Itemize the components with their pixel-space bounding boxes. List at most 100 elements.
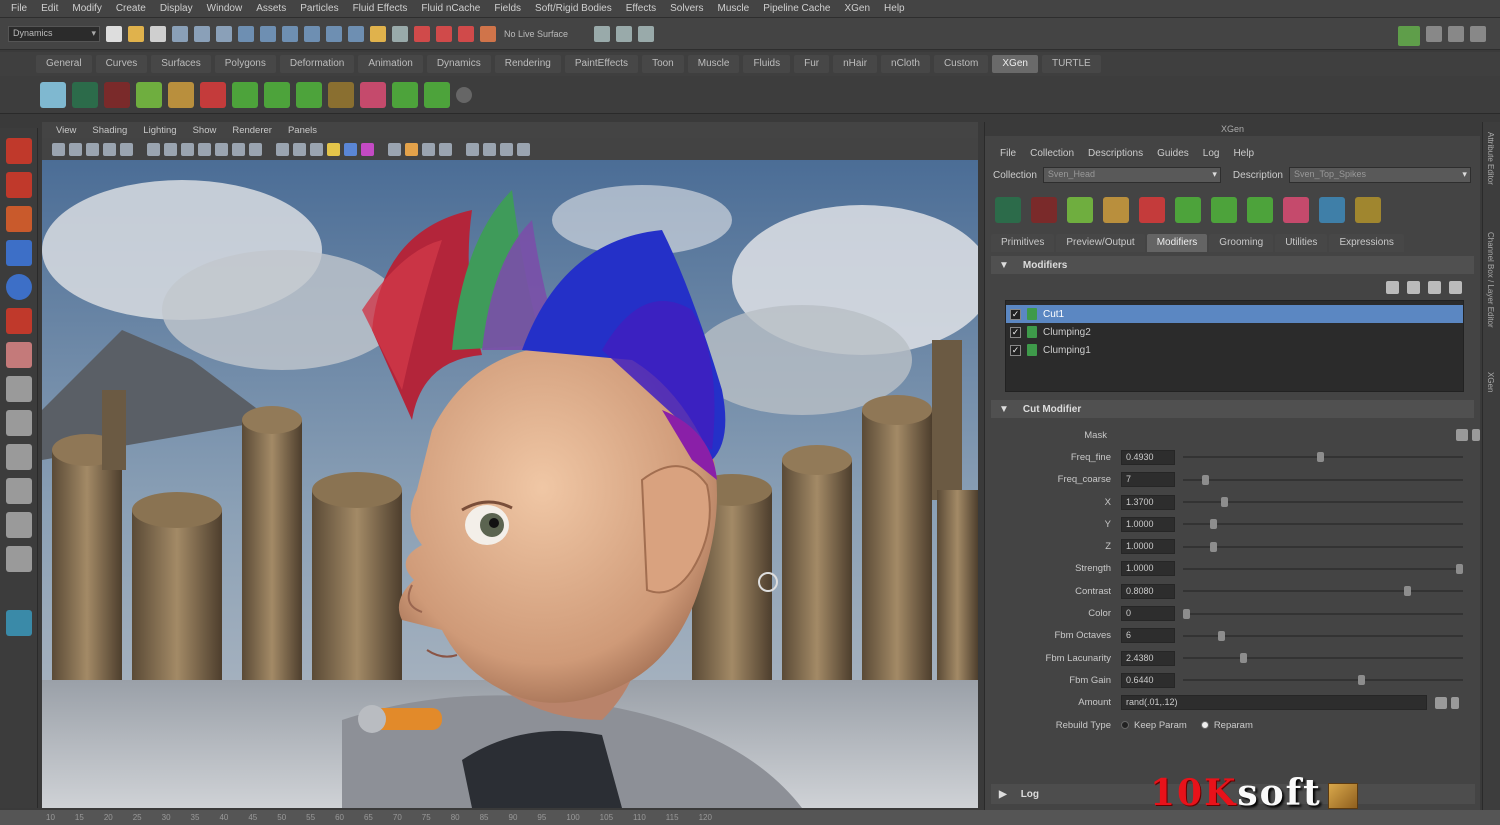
- snap-point-icon[interactable]: [282, 25, 298, 42]
- menu-create[interactable]: Create: [109, 3, 153, 14]
- param-slider-x[interactable]: [1183, 494, 1463, 510]
- ambient-occlusion-icon[interactable]: [327, 142, 340, 156]
- shadows-icon[interactable]: [232, 142, 245, 156]
- shelf-tab-rendering[interactable]: Rendering: [494, 55, 561, 73]
- shelf-tab-dynamics[interactable]: Dynamics: [426, 55, 491, 73]
- viewport-3d[interactable]: [42, 160, 978, 808]
- modifier-checkbox[interactable]: ✓: [1010, 308, 1021, 320]
- slider-knob[interactable]: [1218, 630, 1226, 641]
- shelf-tab-curves[interactable]: Curves: [95, 55, 148, 73]
- move-modifier-icon[interactable]: [1428, 280, 1441, 294]
- paint-select-tool-icon[interactable]: [5, 206, 32, 232]
- param-field-strength[interactable]: 1.0000: [1121, 561, 1175, 577]
- attribute-editor-toggle-icon[interactable]: [616, 25, 633, 42]
- layout-toggle-icon[interactable]: [1426, 26, 1442, 42]
- lock-icon[interactable]: [370, 25, 386, 42]
- modeling-toolkit-icon[interactable]: [1398, 26, 1420, 46]
- param-slider-freq-fine[interactable]: [1183, 449, 1463, 465]
- menu-display[interactable]: Display: [153, 3, 200, 14]
- slider-knob[interactable]: [1357, 675, 1365, 686]
- edit-guide-icon[interactable]: [1211, 197, 1237, 223]
- xgen-menu-guides[interactable]: Guides: [1150, 148, 1196, 159]
- preview-eye-icon[interactable]: [72, 81, 98, 108]
- param-field-color[interactable]: 0: [1121, 606, 1175, 622]
- shelf-tab-toon[interactable]: Toon: [642, 55, 684, 73]
- cut-guides-icon[interactable]: [1139, 197, 1165, 223]
- convert-guides-icon[interactable]: [1355, 197, 1381, 223]
- hypershade-icon[interactable]: [458, 25, 474, 42]
- menu-xgen[interactable]: XGen: [837, 3, 877, 14]
- shelf-tab-custom[interactable]: Custom: [933, 55, 989, 73]
- viewport-menu-renderer[interactable]: Renderer: [224, 125, 280, 136]
- isolate-icon[interactable]: [249, 142, 262, 156]
- cut-guides-icon[interactable]: [200, 81, 226, 108]
- layout-panel-icon[interactable]: [1470, 26, 1486, 42]
- select-tool-icon[interactable]: [5, 138, 32, 164]
- guide-display-icon[interactable]: [1319, 197, 1345, 223]
- gate-mask-icon[interactable]: [405, 142, 418, 156]
- clear-preview-icon[interactable]: [1031, 197, 1057, 223]
- modifier-item[interactable]: ✓ Clumping2: [1006, 323, 1463, 341]
- snap-grid-icon[interactable]: [238, 25, 254, 42]
- modifier-item[interactable]: ✓ Clumping1: [1006, 341, 1463, 359]
- wireframe-icon[interactable]: [147, 142, 160, 156]
- expression-menu-icon[interactable]: [1451, 696, 1459, 709]
- layout-outliner-icon[interactable]: [5, 478, 32, 504]
- shelf-tab-general[interactable]: General: [36, 55, 92, 73]
- menu-help[interactable]: Help: [877, 3, 912, 14]
- channel-box-toggle-icon[interactable]: [594, 25, 611, 42]
- resolution-gate-icon[interactable]: [388, 142, 401, 156]
- viewport-menu-lighting[interactable]: Lighting: [135, 125, 184, 136]
- menu-fields[interactable]: Fields: [487, 3, 528, 14]
- field-chart-icon[interactable]: [422, 142, 435, 156]
- camera-select-icon[interactable]: [52, 142, 65, 156]
- snap-surface-icon[interactable]: [326, 25, 342, 42]
- shelf-tab-nhair[interactable]: nHair: [833, 55, 878, 73]
- xgen-menu-log[interactable]: Log: [1196, 148, 1227, 159]
- save-scene-icon[interactable]: [150, 25, 166, 42]
- xgen-menu-file[interactable]: File: [993, 148, 1023, 159]
- live-surface-icon[interactable]: [480, 25, 496, 42]
- tool-settings-toggle-icon[interactable]: [638, 25, 655, 42]
- param-slider-contrast[interactable]: [1183, 583, 1463, 599]
- slider-knob[interactable]: [1202, 474, 1210, 485]
- save-modifier-icon[interactable]: [1407, 280, 1420, 294]
- slider-knob[interactable]: [1221, 497, 1229, 508]
- collection-select[interactable]: Sven_Head: [1042, 167, 1221, 183]
- menu-soft-rigid-bodies[interactable]: Soft/Rigid Bodies: [528, 3, 619, 14]
- paint-tool-icon[interactable]: [328, 81, 354, 108]
- param-slider-strength[interactable]: [1183, 561, 1463, 577]
- anti-alias-icon[interactable]: [361, 142, 374, 156]
- layout-hypershade-icon[interactable]: [5, 546, 32, 572]
- param-field-x[interactable]: 1.3700: [1121, 494, 1175, 510]
- layout-graph-icon[interactable]: [5, 512, 32, 538]
- slider-knob[interactable]: [1183, 608, 1190, 619]
- bookmark-icon[interactable]: [86, 142, 99, 156]
- guide-display-icon[interactable]: [392, 81, 418, 108]
- new-scene-icon[interactable]: [106, 25, 122, 42]
- ui-toggle-icon[interactable]: [483, 142, 496, 156]
- keep-param-radio[interactable]: Keep Param: [1121, 720, 1187, 731]
- snap-curve-icon[interactable]: [260, 25, 276, 42]
- xray-icon[interactable]: [276, 142, 289, 156]
- guide-length-icon[interactable]: [296, 81, 322, 108]
- viewport-menu-view[interactable]: View: [48, 125, 84, 136]
- param-slider-fbm-gain[interactable]: [1183, 672, 1463, 688]
- slider-knob[interactable]: [1404, 586, 1412, 597]
- clump-guides-icon[interactable]: [1283, 197, 1309, 223]
- slider-knob[interactable]: [1316, 452, 1324, 463]
- select-hierarchy-icon[interactable]: [172, 25, 188, 42]
- layout-single-icon[interactable]: [5, 376, 32, 402]
- xray-joints-icon[interactable]: [293, 142, 306, 156]
- description-select[interactable]: Sven_Top_Spikes: [1288, 167, 1471, 183]
- edit-guide-icon[interactable]: [264, 81, 290, 108]
- lasso-tool-icon[interactable]: [5, 172, 32, 198]
- clear-preview-icon[interactable]: [104, 81, 130, 108]
- modifier-checkbox[interactable]: ✓: [1010, 326, 1021, 338]
- guide-length-icon[interactable]: [1247, 197, 1273, 223]
- param-field-freq-coarse[interactable]: 7: [1121, 472, 1175, 488]
- select-object-icon[interactable]: [194, 25, 210, 42]
- viewport-menu-shading[interactable]: Shading: [84, 125, 135, 136]
- menu-edit[interactable]: Edit: [34, 3, 65, 14]
- channel-box-tab[interactable]: Channel Box / Layer Editor: [1486, 232, 1495, 328]
